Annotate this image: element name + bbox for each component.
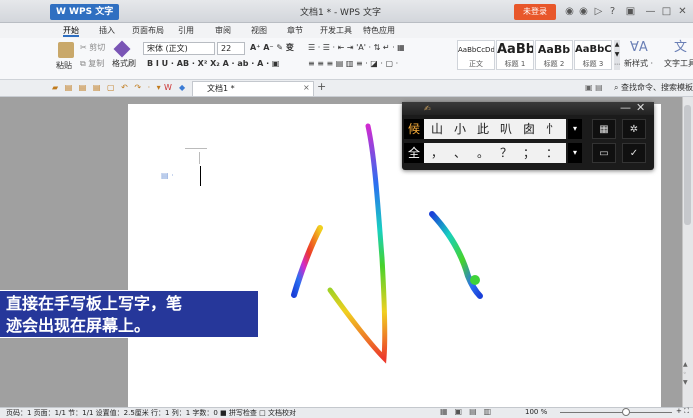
stroke-vertical-hook: [327, 123, 388, 364]
ime-fullwidth-label[interactable]: 全: [404, 143, 424, 163]
list-buttons[interactable]: ☰ · ☰ · ⇤ ⇥ 'A' · ⇅ ↵ · ▦: [308, 42, 405, 54]
ime-candidate[interactable]: 囱: [520, 119, 538, 139]
close-button[interactable]: ✕: [676, 5, 689, 18]
new-style-button[interactable]: 新样式 ·: [624, 58, 653, 70]
tab-review[interactable]: 审阅: [215, 24, 231, 37]
tab-references[interactable]: 引用: [178, 24, 194, 37]
tab-insert[interactable]: 插入: [99, 24, 115, 37]
caption-overlay: 直接在手写板上写字，笔 迹会出现在屏幕上。: [0, 290, 258, 338]
ime-candidate-label: 候: [404, 119, 424, 139]
ime-minimize-button[interactable]: —: [620, 101, 631, 114]
style-normal[interactable]: AaBbCcDd 正文: [457, 40, 495, 70]
close-tab-icon[interactable]: ×: [303, 82, 310, 94]
settings-icon[interactable]: ◉: [577, 5, 590, 18]
ime-punct-key[interactable]: ？: [497, 143, 515, 163]
copy-button[interactable]: ⧉ 复制: [80, 58, 104, 70]
tab-document[interactable]: 文档1 *: [192, 81, 314, 96]
ime-more-punct-button[interactable]: ▾: [568, 143, 582, 163]
cut-button[interactable]: ✂ 剪切: [80, 42, 105, 54]
format-painter-label[interactable]: 格式刷: [112, 58, 136, 70]
zoom-slider-handle[interactable]: [622, 408, 630, 416]
margin-mark-h: [185, 148, 207, 149]
pen-icon[interactable]: ✓: [622, 143, 646, 163]
font-size-select[interactable]: 22: [217, 42, 245, 55]
text-tool-icon[interactable]: 文: [674, 41, 687, 54]
layout-icon[interactable]: ▣: [624, 5, 637, 18]
cloud-icon[interactable]: ◆: [179, 82, 185, 94]
share-icon[interactable]: ▷: [592, 5, 605, 18]
view-mode-buttons[interactable]: ▦▣▤▥: [440, 407, 498, 416]
ime-punct-key[interactable]: ：: [543, 143, 561, 163]
paste-label[interactable]: 粘贴: [56, 60, 72, 72]
style-heading-2[interactable]: AaBb 标题 2: [535, 40, 573, 70]
find-command-search[interactable]: ⌕ 查找命令、搜索模板: [614, 82, 693, 94]
zoom-level: 100 %: [525, 408, 548, 416]
app-menu-button[interactable]: W WPS 文字: [50, 4, 120, 20]
help-icon[interactable]: ?: [606, 5, 619, 18]
margin-mark-v: [199, 152, 200, 164]
ime-settings-icon[interactable]: ✲: [622, 119, 646, 139]
quick-access-toolbar[interactable]: ▰ ▤ ▤ ▤ ▢ ↶ ↷ · ▾: [52, 82, 163, 94]
paragraph-marker-icon[interactable]: ▤ ·: [161, 170, 174, 182]
wps-icon[interactable]: W: [164, 82, 172, 94]
ime-candidate[interactable]: 山: [428, 119, 446, 139]
ime-candidate[interactable]: 此: [474, 119, 492, 139]
font-format-buttons[interactable]: B I U · AB · X² X₂ A · ab · A · ▣: [147, 58, 279, 70]
new-style-icon[interactable]: ⱯA: [630, 41, 648, 54]
scrollbar-thumb[interactable]: [684, 105, 691, 225]
tab-view[interactable]: 视图: [251, 24, 267, 37]
grow-font-button[interactable]: A⁺ A⁻ ✎ 变: [250, 42, 294, 54]
ime-punct-key[interactable]: ，: [428, 143, 446, 163]
caption-line-1: 直接在手写板上写字，笔: [6, 294, 183, 313]
ime-candidate[interactable]: 忄: [543, 119, 561, 139]
font-name-select[interactable]: 宋体 (正文): [143, 42, 215, 55]
tab-chapter[interactable]: 章节: [287, 24, 303, 37]
tab-special[interactable]: 特色应用: [363, 24, 395, 37]
ime-punct-key[interactable]: 、: [451, 143, 469, 163]
paste-icon[interactable]: [58, 42, 74, 58]
ime-more-candidates-button[interactable]: ▾: [568, 119, 582, 139]
ime-punct-key[interactable]: ；: [520, 143, 538, 163]
maximize-button[interactable]: □: [660, 5, 673, 18]
panel-icons[interactable]: ▣ ▤: [585, 82, 603, 94]
caption-line-2: 迹会出现在屏幕上。: [6, 316, 151, 335]
text-cursor: [200, 166, 201, 186]
scroll-page-buttons[interactable]: ▲ ◦ ▼: [683, 360, 688, 387]
zoom-in-button[interactable]: + ⛶: [676, 407, 689, 416]
ime-logo-icon: ✍: [424, 104, 431, 113]
login-button[interactable]: 未登录: [514, 4, 556, 20]
text-tool-button[interactable]: 文字工具: [664, 58, 693, 70]
stroke-left-dot: [291, 225, 323, 298]
tab-home[interactable]: 开始: [63, 24, 79, 37]
ime-header[interactable]: [402, 102, 654, 115]
keyboard-icon[interactable]: ▦: [592, 119, 616, 139]
new-tab-button[interactable]: +: [317, 81, 326, 93]
minimize-button[interactable]: —: [644, 5, 657, 18]
styles-scroll[interactable]: ▲ ▼ ⋯: [614, 40, 620, 70]
tab-developer[interactable]: 开发工具: [320, 24, 352, 37]
status-info: 页码：1 页面：1/1 节：1/1 设置值：2.5厘米 行：1 列：1 字数：0…: [6, 409, 296, 417]
stroke-ink-blot: [470, 275, 480, 285]
dictionary-icon[interactable]: ▭: [592, 143, 616, 163]
skin-icon[interactable]: ◉: [563, 5, 576, 18]
style-heading-1[interactable]: AaBb 标题 1: [496, 40, 534, 70]
window-title: 文档1 * - WPS 文字: [300, 8, 381, 18]
paragraph-buttons[interactable]: ≡ ≡ ≡ ▤ ▥ ≡ · ◪ · ▢ ·: [308, 58, 398, 70]
ime-close-button[interactable]: ✕: [636, 101, 645, 114]
tab-page-layout[interactable]: 页面布局: [132, 24, 164, 37]
style-heading-3[interactable]: AaBbC 标题 3: [574, 40, 612, 70]
zoom-slider[interactable]: [560, 412, 672, 413]
ime-punct-key[interactable]: 。: [474, 143, 492, 163]
ime-candidate[interactable]: 小: [451, 119, 469, 139]
ime-candidate[interactable]: 叭: [497, 119, 515, 139]
